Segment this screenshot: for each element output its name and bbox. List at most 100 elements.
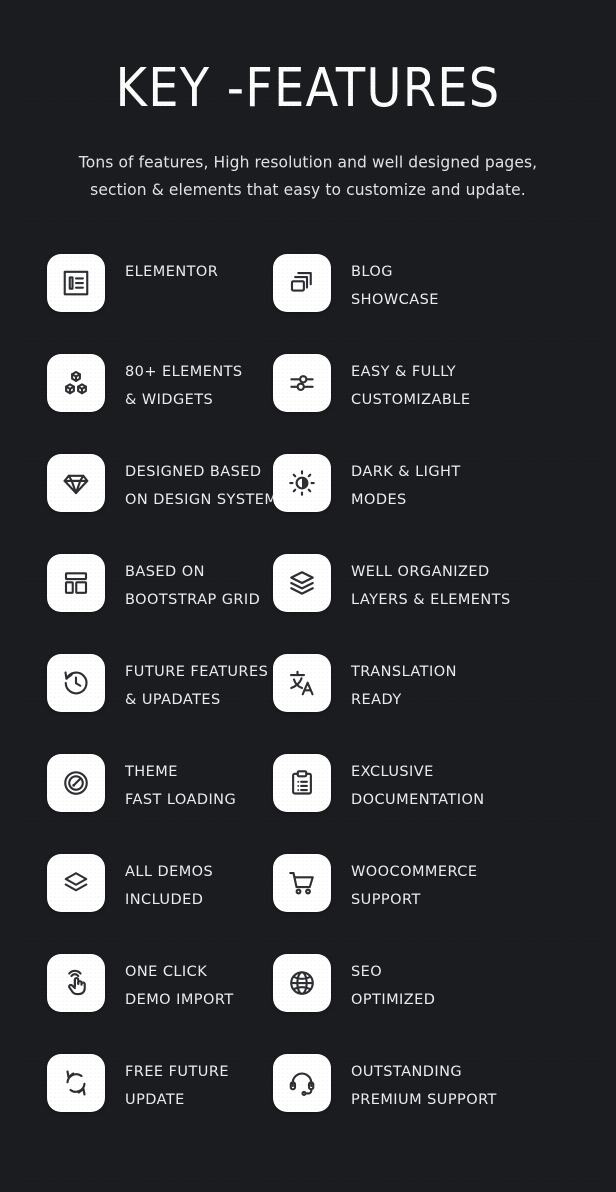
feature-row: 80+ ELEMENTS & WIDGETS EASY & FULLY CUST… [0,354,616,454]
diamond-sketch-icon [47,454,105,512]
feature-label: WOOCOMMERCE SUPPORT [351,854,477,914]
sliders-settings-icon [273,354,331,412]
feature-row: FUTURE FEATURES & UPADATES TRANSLATION R… [0,654,616,754]
feature-item-80-elements-widgets[interactable]: 80+ ELEMENTS & WIDGETS [0,354,273,454]
tap-hand-icon [47,954,105,1012]
feature-label-line-1: OUTSTANDING [351,1064,463,1080]
feature-label-line-1: EASY & FULLY [351,364,457,380]
feature-label: DESIGNED BASED ON DESIGN SYSTEM [125,454,277,514]
page-subtitle-line-1: Tons of features, High resolution and we… [78,152,538,172]
feature-label-line-2: LAYERS & ELEMENTS [351,592,511,608]
features-grid: ELEMENTOR BLOG SHOWCASE 80+ ELEMENTS & W… [0,254,616,1154]
feature-label: FUTURE FEATURES & UPADATES [125,654,268,714]
feature-label: THEME FAST LOADING [125,754,236,814]
feature-item-blog-showcase[interactable]: BLOG SHOWCASE [273,254,616,354]
headset-support-icon [273,1054,331,1112]
feature-item-free-future-update[interactable]: FREE FUTURE UPDATE [0,1054,273,1154]
feature-label-line-1: BASED ON [125,564,205,580]
elementor-icon [47,254,105,312]
feature-item-designed-based-on-design-system[interactable]: DESIGNED BASED ON DESIGN SYSTEM [0,454,277,554]
brightness-sun-icon [273,454,331,512]
feature-label: ONE CLICK DEMO IMPORT [125,954,234,1014]
feature-label-line-1: ELEMENTOR [125,264,219,280]
translate-icon [273,654,331,712]
feature-item-based-on-bootstrap-grid[interactable]: BASED ON BOOTSTRAP GRID [0,554,273,654]
feature-label-line-1: 80+ ELEMENTS [125,364,243,380]
page-title: KEY -FEATURES [115,56,501,120]
feature-label-line-2: UPDATE [125,1092,185,1108]
feature-label: EXCLUSIVE DOCUMENTATION [351,754,485,814]
feature-label: ELEMENTOR [125,254,218,286]
feature-item-all-demos-included[interactable]: ALL DEMOS INCLUDED [0,854,273,954]
feature-label-line-2: & WIDGETS [125,392,214,408]
feature-item-dark-light-modes[interactable]: DARK & LIGHT MODES [273,454,616,554]
feature-label-line-2: FAST LOADING [125,792,237,808]
feature-label-line-2: DOCUMENTATION [351,792,485,808]
feature-label: EASY & FULLY CUSTOMIZABLE [351,354,470,414]
feature-row: ALL DEMOS INCLUDED WOOCOMMERCE SUPPORT [0,854,616,954]
feature-label-line-2: ON DESIGN SYSTEM [125,492,278,508]
layers-stack-icon [273,554,331,612]
feature-item-woocommerce-support[interactable]: WOOCOMMERCE SUPPORT [273,854,616,954]
feature-label-line-1: FREE FUTURE [125,1064,229,1080]
feature-label: FREE FUTURE UPDATE [125,1054,229,1114]
page-subtitle: Tons of features, High resolution and we… [63,149,553,204]
feature-label-line-1: FUTURE FEATURES [125,664,269,680]
feature-label: ALL DEMOS INCLUDED [125,854,213,914]
feature-label-line-1: BLOG [351,264,393,280]
feature-row: ONE CLICK DEMO IMPORT SEO OPTIMIZED [0,954,616,1054]
blog-windows-icon [273,254,331,312]
feature-item-seo-optimized[interactable]: SEO OPTIMIZED [273,954,616,1054]
feature-label-line-1: THEME [125,764,178,780]
refresh-sync-icon [47,1054,105,1112]
feature-item-translation-ready[interactable]: TRANSLATION READY [273,654,616,754]
feature-row: BASED ON BOOTSTRAP GRID WELL ORGANIZED L… [0,554,616,654]
feature-label-line-1: WELL ORGANIZED [351,564,490,580]
feature-item-elementor[interactable]: ELEMENTOR [0,254,273,354]
feature-item-theme-fast-loading[interactable]: THEME FAST LOADING [0,754,273,854]
feature-label: TRANSLATION READY [351,654,457,714]
feature-item-exclusive-documentation[interactable]: EXCLUSIVE DOCUMENTATION [273,754,616,854]
feature-label-line-2: SUPPORT [351,892,421,908]
feature-label-line-2: MODES [351,492,407,508]
feature-label: 80+ ELEMENTS & WIDGETS [125,354,243,414]
feature-label: SEO OPTIMIZED [351,954,435,1014]
feature-label-line-2: BOOTSTRAP GRID [125,592,261,608]
feature-label-line-1: DARK & LIGHT [351,464,461,480]
elements-blocks-icon [47,354,105,412]
feature-item-well-organized-layers-elements[interactable]: WELL ORGANIZED LAYERS & ELEMENTS [273,554,616,654]
feature-label-line-2: SHOWCASE [351,292,439,308]
clock-history-icon [47,654,105,712]
feature-label-line-2: & UPADATES [125,692,221,708]
shopping-cart-icon [273,854,331,912]
feature-label: WELL ORGANIZED LAYERS & ELEMENTS [351,554,511,614]
feature-label-line-2: OPTIMIZED [351,992,436,1008]
feature-row: DESIGNED BASED ON DESIGN SYSTEM DARK & L… [0,454,616,554]
feature-label-line-1: DESIGNED BASED [125,464,262,480]
feature-label-line-2: READY [351,692,402,708]
feature-item-easy-fully-customizable[interactable]: EASY & FULLY CUSTOMIZABLE [273,354,616,454]
feature-label-line-2: CUSTOMIZABLE [351,392,471,408]
speedometer-icon [47,754,105,812]
feature-row: THEME FAST LOADING EXCLUSIVE DOCUMENTATI… [0,754,616,854]
feature-label: BASED ON BOOTSTRAP GRID [125,554,260,614]
page-header: KEY -FEATURES Tons of features, High res… [0,0,616,202]
feature-label-line-1: ALL DEMOS [125,864,214,880]
clipboard-list-icon [273,754,331,812]
feature-item-future-features-updates[interactable]: FUTURE FEATURES & UPADATES [0,654,273,754]
feature-label-line-2: INCLUDED [125,892,204,908]
key-features-page: KEY -FEATURES Tons of features, High res… [0,0,616,1192]
feature-label-line-1: ONE CLICK [125,964,208,980]
layout-grid-icon [47,554,105,612]
feature-row: FREE FUTURE UPDATE OUTSTANDING PREMIUM S… [0,1054,616,1154]
feature-label: DARK & LIGHT MODES [351,454,461,514]
feature-label-line-1: TRANSLATION [351,664,457,680]
feature-item-one-click-demo-import[interactable]: ONE CLICK DEMO IMPORT [0,954,273,1054]
feature-label-line-2: PREMIUM SUPPORT [351,1092,497,1108]
layers-diamond-icon [47,854,105,912]
feature-label-line-1: WOOCOMMERCE [351,864,478,880]
feature-label-line-1: SEO [351,964,383,980]
feature-item-outstanding-premium-support[interactable]: OUTSTANDING PREMIUM SUPPORT [273,1054,616,1154]
page-subtitle-line-2: section & elements that easy to customiz… [90,180,526,200]
feature-label-line-2: DEMO IMPORT [125,992,234,1008]
